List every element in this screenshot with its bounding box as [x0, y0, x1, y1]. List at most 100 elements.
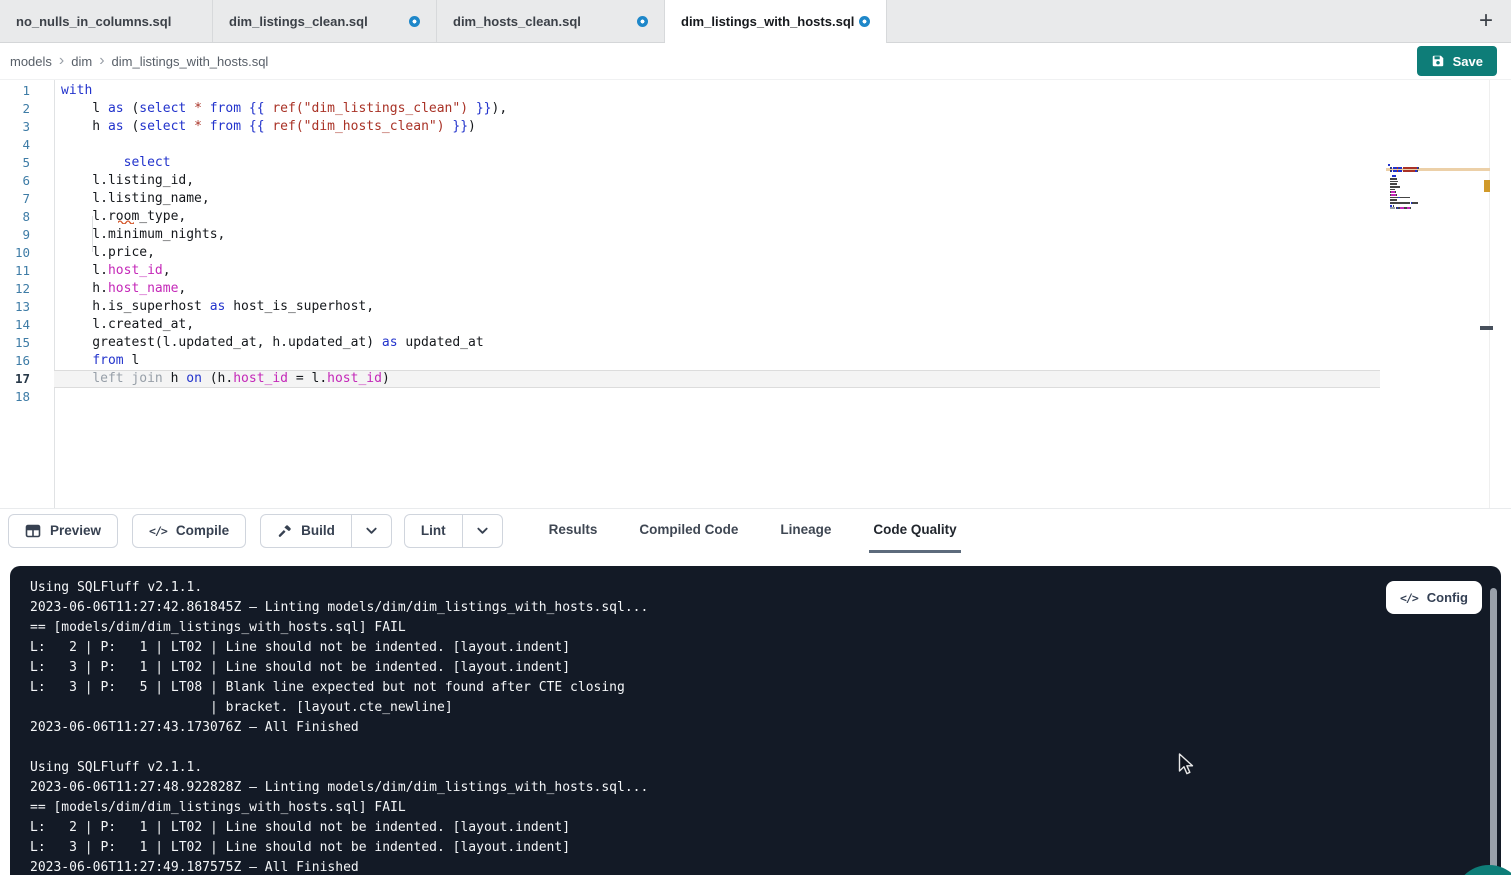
build-dropdown-button[interactable] [352, 514, 392, 548]
code-token: h. [61, 281, 108, 296]
terminal-line: == [models/dim/dim_listings_with_hosts.s… [30, 618, 1481, 638]
code-token: h.is_superhost [61, 299, 210, 314]
tab-file[interactable]: no_nulls_in_columns.sql [0, 0, 213, 42]
breadcrumb-separator: › [99, 53, 104, 69]
code-line[interactable]: 17 left join h on (h.host_id = l.host_id… [0, 370, 1380, 388]
code-line[interactable]: 8 l.room_type, [0, 208, 1380, 226]
line-number: 6 [0, 172, 54, 190]
build-button-group: Build [260, 514, 392, 548]
code-line[interactable]: 18 [0, 388, 1380, 406]
config-button[interactable]: </> Config [1386, 581, 1482, 614]
terminal-scrollbar[interactable] [1490, 588, 1497, 875]
terminal-line: 2023-06-06T11:27:42.861845Z — Linting mo… [30, 598, 1481, 618]
code-token: h [163, 371, 186, 386]
breadcrumb-item[interactable]: dim [71, 54, 92, 69]
code-token: }} [476, 101, 492, 116]
code-text: h.is_superhost as host_is_superhost, [54, 298, 1380, 316]
chevron-down-icon [476, 524, 489, 537]
tab-label: dim_hosts_clean.sql [453, 14, 581, 29]
line-number: 5 [0, 154, 54, 172]
code-line[interactable]: 4 [0, 136, 1380, 154]
build-button[interactable]: Build [260, 514, 352, 548]
terminal-line: 2023-06-06T11:27:43.173076Z — All Finish… [30, 718, 1481, 738]
code-text: h.host_name, [54, 280, 1380, 298]
compile-button[interactable]: </> Compile [132, 514, 246, 548]
terminal-line: Using SQLFluff v2.1.1. [30, 578, 1481, 598]
code-line[interactable]: 12 h.host_name, [0, 280, 1380, 298]
terminal-line: 2023-06-06T11:27:49.187575Z — All Finish… [30, 858, 1481, 875]
breadcrumb-separator: › [59, 53, 64, 69]
code-text: l.host_id, [54, 262, 1380, 280]
tab-file[interactable]: dim_listings_with_hosts.sql [665, 0, 887, 43]
code-line[interactable]: 13 h.is_superhost as host_is_superhost, [0, 298, 1380, 316]
tab-label: dim_listings_with_hosts.sql [681, 14, 854, 29]
code-line[interactable]: 3 h as (select * from {{ ref("dim_hosts_… [0, 118, 1380, 136]
code-token: greatest(l.updated_at, h.updated_at) [61, 335, 382, 350]
code-line[interactable]: 5 select [0, 154, 1380, 172]
code-token [468, 101, 476, 116]
line-number: 13 [0, 298, 54, 316]
minimap[interactable] [1388, 164, 1488, 212]
lint-dropdown-button[interactable] [463, 514, 503, 548]
code-line[interactable]: 16 from l [0, 352, 1380, 370]
code-token: ) [382, 371, 390, 386]
line-number: 4 [0, 136, 54, 154]
terminal-line: L: 3 | P: 1 | LT02 | Line should not be … [30, 658, 1481, 678]
code-lines: 1with2 l as (select * from {{ ref("dim_l… [0, 82, 1380, 406]
tab-bar: no_nulls_in_columns.sqldim_listings_clea… [0, 0, 1511, 43]
terminal-line: L: 3 | P: 1 | LT02 | Line should not be … [30, 838, 1481, 858]
new-tab-button[interactable]: + [1461, 9, 1511, 33]
panel-tab-compiled-code[interactable]: Compiled Code [635, 509, 742, 553]
code-line[interactable]: 1with [0, 82, 1380, 100]
breadcrumb: models › dim › dim_listings_with_hosts.sql [10, 53, 268, 69]
code-token: , [163, 263, 171, 278]
code-token: on [186, 371, 202, 386]
preview-button[interactable]: Preview [8, 514, 118, 548]
code-token: as [382, 335, 398, 350]
code-line[interactable]: 11 l.host_id, [0, 262, 1380, 280]
mouse-cursor [1178, 753, 1194, 780]
code-token: = l. [288, 371, 327, 386]
code-token [186, 119, 194, 134]
code-line[interactable]: 14 l.created_at, [0, 316, 1380, 334]
lint-button-group: Lint [404, 514, 503, 548]
save-label: Save [1453, 54, 1483, 69]
code-line[interactable]: 9 l.minimum_nights, [0, 226, 1380, 244]
code-text: l.listing_name, [54, 190, 1380, 208]
code-line[interactable]: 10 l.price, [0, 244, 1380, 262]
code-text [54, 136, 1380, 154]
code-token [61, 371, 92, 386]
panel-tab-results[interactable]: Results [545, 509, 602, 553]
line-number: 1 [0, 82, 54, 100]
code-line[interactable]: 15 greatest(l.updated_at, h.updated_at) … [0, 334, 1380, 352]
code-text: greatest(l.updated_at, h.updated_at) as … [54, 334, 1380, 352]
tab-file[interactable]: dim_listings_clean.sql [213, 0, 437, 42]
line-number: 16 [0, 352, 54, 370]
breadcrumb-item[interactable]: models [10, 54, 52, 69]
modified-dot-icon [859, 16, 870, 27]
terminal-line: L: 2 | P: 1 | LT02 | Line should not be … [30, 638, 1481, 658]
code-token: host_name [108, 281, 178, 296]
build-label: Build [301, 523, 335, 538]
code-line[interactable]: 7 l.listing_name, [0, 190, 1380, 208]
tab-file[interactable]: dim_hosts_clean.sql [437, 0, 665, 42]
line-number: 10 [0, 244, 54, 262]
code-token: ), [492, 101, 508, 116]
line-number: 11 [0, 262, 54, 280]
code-line[interactable]: 2 l as (select * from {{ ref("dim_listin… [0, 100, 1380, 118]
code-token: ref("dim_listings_clean") [272, 101, 468, 116]
code-text: l.price, [54, 244, 1380, 262]
lint-button[interactable]: Lint [404, 514, 463, 548]
code-token: host_id [233, 371, 288, 386]
panel-tab-code-quality[interactable]: Code Quality [869, 509, 960, 553]
line-number: 17 [0, 370, 54, 388]
code-line[interactable]: 6 l.listing_id, [0, 172, 1380, 190]
code-text: l.minimum_nights, [54, 226, 1380, 244]
lint-output-terminal[interactable]: Using SQLFluff v2.1.1.2023-06-06T11:27:4… [10, 566, 1501, 875]
save-button[interactable]: Save [1417, 46, 1497, 76]
code-text: l.listing_id, [54, 172, 1380, 190]
panel-tab-lineage[interactable]: Lineage [776, 509, 835, 553]
code-editor[interactable]: 1with2 l as (select * from {{ ref("dim_l… [0, 80, 1511, 508]
code-token: , [178, 281, 186, 296]
breadcrumb-item[interactable]: dim_listings_with_hosts.sql [112, 54, 269, 69]
